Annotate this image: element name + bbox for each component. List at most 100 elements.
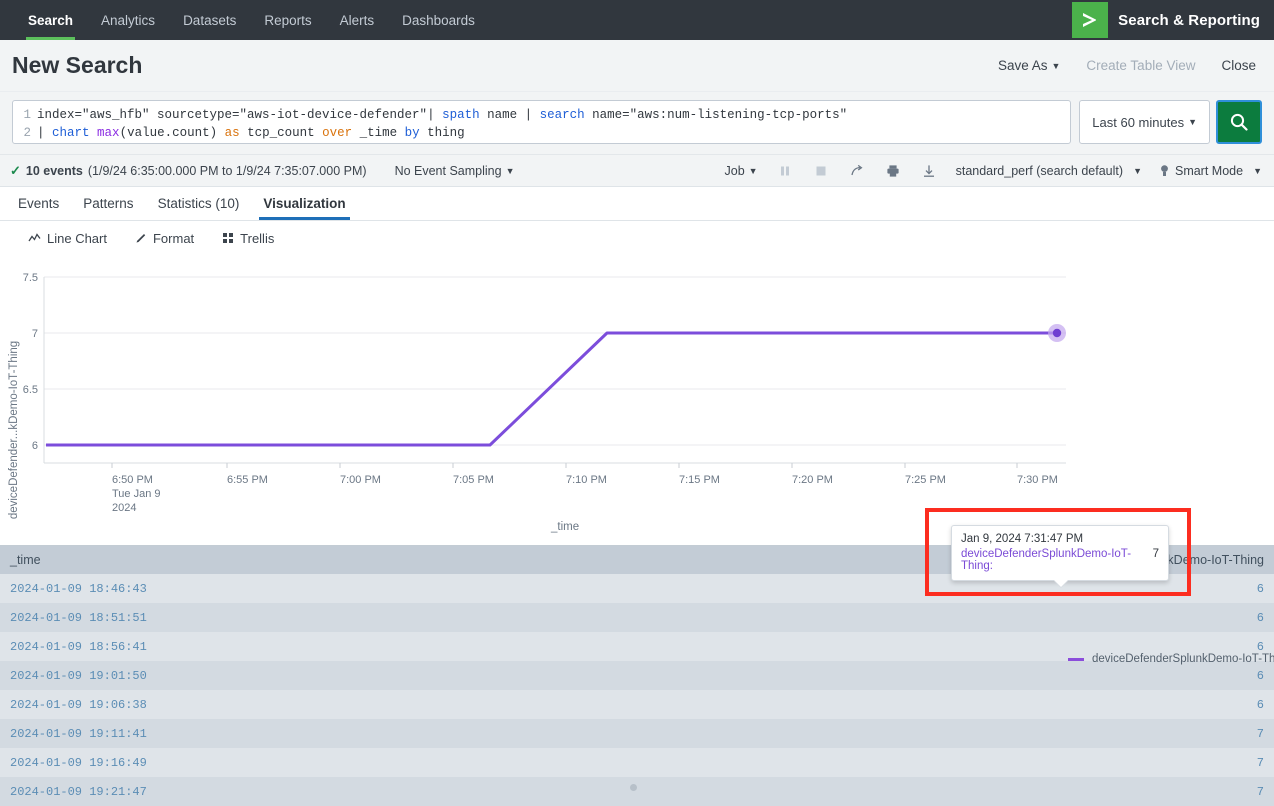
search-status-bar: ✓ 10 events (1/9/24 6:35:00.000 PM to 1/…: [0, 155, 1274, 187]
x-tick-label: 6:55 PM: [227, 474, 268, 486]
create-table-view-button[interactable]: Create Table View: [1086, 58, 1195, 73]
table-row[interactable]: 2024-01-09 19:21:477: [0, 777, 1274, 806]
x-tick-label: 7:05 PM: [453, 474, 494, 486]
table-row[interactable]: 2024-01-09 19:11:417: [0, 719, 1274, 748]
export-icon[interactable]: [920, 162, 938, 180]
chart-type-picker[interactable]: Line Chart: [28, 231, 107, 246]
tab-patterns[interactable]: Patterns: [71, 187, 145, 220]
cell-time[interactable]: 2024-01-09 18:46:43: [0, 574, 637, 603]
status-right-group: Job▼ standard_perf (search default)▼ Sma…: [725, 162, 1262, 180]
query-keyword-over: over: [322, 126, 352, 140]
cell-time[interactable]: 2024-01-09 19:11:41: [0, 719, 637, 748]
query-text: thing: [420, 126, 465, 140]
search-query-code: index="aws_hfb" sourcetype="aws-iot-devi…: [37, 106, 847, 138]
cell-value[interactable]: 7: [637, 748, 1274, 777]
cell-value[interactable]: 6: [637, 661, 1274, 690]
cell-value[interactable]: 6: [637, 603, 1274, 632]
event-time-range: (1/9/24 6:35:00.000 PM to 1/9/24 7:35:07…: [88, 164, 367, 178]
table-row[interactable]: 2024-01-09 19:06:386: [0, 690, 1274, 719]
results-table: _time deviceDefenderSplunkDemo-IoT-Thing…: [0, 545, 1274, 806]
query-keyword-spath: spath: [442, 108, 480, 122]
table-row[interactable]: 2024-01-09 19:01:506: [0, 661, 1274, 690]
cell-value[interactable]: 7: [637, 719, 1274, 748]
search-mode-profile-dropdown[interactable]: standard_perf (search default)▼: [956, 164, 1142, 178]
y-tick-label: 6.5: [23, 384, 38, 396]
run-search-button[interactable]: [1216, 100, 1262, 144]
share-icon[interactable]: [848, 162, 866, 180]
app-brand[interactable]: Search & Reporting: [1072, 0, 1274, 40]
nav-item-reports[interactable]: Reports: [250, 0, 325, 40]
trellis-label: Trellis: [240, 231, 274, 246]
query-text: index="aws_hfb" sourcetype="aws-iot-devi…: [37, 108, 442, 122]
tab-statistics[interactable]: Statistics (10): [146, 187, 252, 220]
x-tick-label: 7:20 PM: [792, 474, 833, 486]
nav-item-label: Alerts: [340, 13, 375, 28]
query-text: (value.count): [120, 126, 225, 140]
event-sampling-dropdown[interactable]: No Event Sampling▼: [395, 164, 515, 178]
query-text: name |: [480, 108, 540, 122]
y-tick-label: 7: [32, 328, 38, 340]
search-input[interactable]: 1 2 index="aws_hfb" sourcetype="aws-iot-…: [12, 100, 1071, 144]
smart-mode-label: Smart Mode: [1175, 164, 1243, 178]
tab-visualization[interactable]: Visualization: [251, 187, 357, 220]
chevron-down-icon: ▼: [1188, 117, 1197, 127]
cell-time[interactable]: 2024-01-09 18:51:51: [0, 603, 637, 632]
time-range-picker[interactable]: Last 60 minutes ▼: [1079, 100, 1210, 144]
tab-label: Visualization: [263, 196, 345, 211]
x-tick-label: 7:30 PM: [1017, 474, 1058, 486]
x-tick-label: 6:50 PM: [112, 474, 153, 486]
x-tick-label: 7:25 PM: [905, 474, 946, 486]
table-row[interactable]: 2024-01-09 19:16:497: [0, 748, 1274, 777]
lightbulb-icon: [1160, 164, 1169, 178]
tooltip-value: 7: [1153, 548, 1159, 572]
x-tick-label: 7:15 PM: [679, 474, 720, 486]
print-icon[interactable]: [884, 162, 902, 180]
chevron-down-icon: ▼: [749, 166, 758, 176]
query-line-1: index="aws_hfb" sourcetype="aws-iot-devi…: [37, 106, 847, 124]
nav-item-analytics[interactable]: Analytics: [87, 0, 169, 40]
close-button[interactable]: Close: [1221, 58, 1256, 73]
search-mode-profile-label: standard_perf (search default): [956, 164, 1123, 178]
time-range-label: Last 60 minutes: [1092, 115, 1184, 130]
query-line-2: | chart max(value.count) as tcp_count ov…: [37, 124, 847, 142]
nav-item-search[interactable]: Search: [14, 0, 87, 40]
cell-time[interactable]: 2024-01-09 19:21:47: [0, 777, 637, 806]
chevron-down-icon: ▼: [1253, 166, 1262, 176]
job-label: Job: [725, 164, 745, 178]
cell-time[interactable]: 2024-01-09 19:06:38: [0, 690, 637, 719]
job-menu-button[interactable]: Job ▼: [725, 164, 758, 178]
y-axis-title: deviceDefender...kDemo-IoT-Thing: [8, 315, 20, 545]
tab-label: Events: [18, 196, 59, 211]
save-as-button[interactable]: Save As▼: [998, 58, 1060, 73]
cell-time[interactable]: 2024-01-09 19:01:50: [0, 661, 637, 690]
nav-item-alerts[interactable]: Alerts: [326, 0, 389, 40]
smart-mode-dropdown[interactable]: Smart Mode ▼: [1160, 164, 1262, 178]
highlighted-data-point: [1053, 329, 1061, 337]
pencil-icon: [135, 232, 147, 244]
x-tick-marks: [112, 463, 1017, 468]
format-button[interactable]: Format: [135, 231, 194, 246]
line-number: 2: [13, 124, 31, 142]
nav-item-datasets[interactable]: Datasets: [169, 0, 250, 40]
nav-item-label: Datasets: [183, 13, 236, 28]
search-icon: [1229, 112, 1249, 132]
cell-value[interactable]: 7: [637, 777, 1274, 806]
tab-events[interactable]: Events: [6, 187, 71, 220]
cell-time[interactable]: 2024-01-09 19:16:49: [0, 748, 637, 777]
cell-value[interactable]: 6: [637, 690, 1274, 719]
result-view-tabs: Events Patterns Statistics (10) Visualiz…: [0, 187, 1274, 221]
cell-time[interactable]: 2024-01-09 18:56:41: [0, 632, 637, 661]
table-row[interactable]: 2024-01-09 18:51:516: [0, 603, 1274, 632]
trellis-button[interactable]: Trellis: [222, 231, 274, 246]
stop-icon[interactable]: [812, 162, 830, 180]
chart-legend[interactable]: deviceDefenderSplunkDemo-IoT-Thing: [1068, 653, 1274, 665]
page-title: New Search: [12, 52, 142, 79]
x-tick-label: 7:10 PM: [566, 474, 607, 486]
nav-item-label: Dashboards: [402, 13, 475, 28]
line-number: 1: [13, 106, 31, 124]
nav-item-dashboards[interactable]: Dashboards: [388, 0, 489, 40]
pause-icon[interactable]: [776, 162, 794, 180]
x-tick-sublabel: Tue Jan 9: [112, 488, 161, 500]
statistics-table: _time deviceDefenderSplunkDemo-IoT-Thing…: [0, 546, 1274, 806]
column-header-time[interactable]: _time: [0, 546, 637, 574]
